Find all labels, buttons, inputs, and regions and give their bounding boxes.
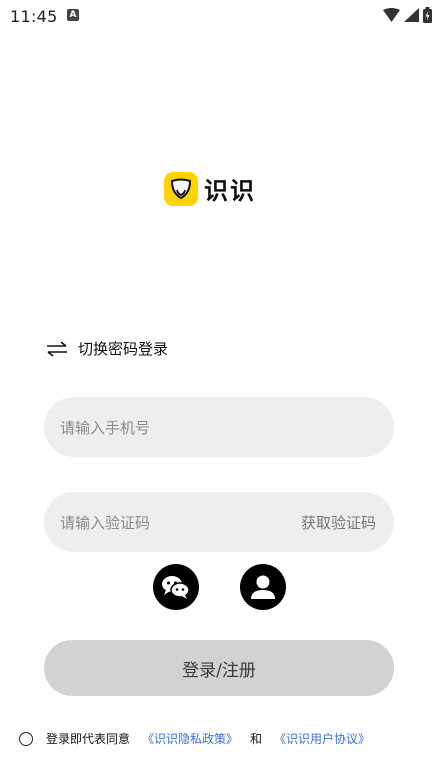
agreement-checkbox[interactable] <box>19 731 33 746</box>
account-icon <box>251 575 275 599</box>
user-agreement-link[interactable]: 《识识用户协议》 <box>274 730 370 747</box>
login-register-button[interactable]: 登录/注册 <box>44 640 394 696</box>
wechat-login-button[interactable] <box>153 564 199 610</box>
privacy-policy-link[interactable]: 《识识隐私政策》 <box>142 730 238 747</box>
switch-arrows-icon <box>47 340 67 357</box>
account-login-button[interactable] <box>240 564 286 610</box>
phone-field <box>44 397 394 459</box>
wifi-icon <box>383 8 400 22</box>
logo-mark-icon <box>164 171 198 206</box>
switch-password-login[interactable]: 切换密码登录 <box>46 338 168 359</box>
wechat-icon <box>162 576 190 599</box>
system-icons <box>383 7 432 23</box>
agreement-and: 和 <box>250 732 263 746</box>
verification-code-field: 获取验证码 <box>44 492 394 554</box>
get-code-button[interactable]: 获取验证码 <box>301 512 376 533</box>
status-time: 11:45 <box>10 7 58 26</box>
signal-icon <box>404 8 419 22</box>
app-logo: 识识 <box>164 171 256 206</box>
brand-name: 识识 <box>204 177 256 205</box>
status-bar: 11:45 A <box>0 0 438 34</box>
a-notification-icon: A <box>67 9 79 21</box>
verification-code-input[interactable] <box>58 492 282 554</box>
phone-input[interactable] <box>58 397 282 459</box>
battery-icon <box>423 7 432 23</box>
agreement-row: 登录即代表同意 《识识隐私政策》 和 《识识用户协议》 <box>19 730 370 747</box>
agreement-prefix: 登录即代表同意 <box>46 732 131 746</box>
switch-login-label: 切换密码登录 <box>78 340 169 358</box>
